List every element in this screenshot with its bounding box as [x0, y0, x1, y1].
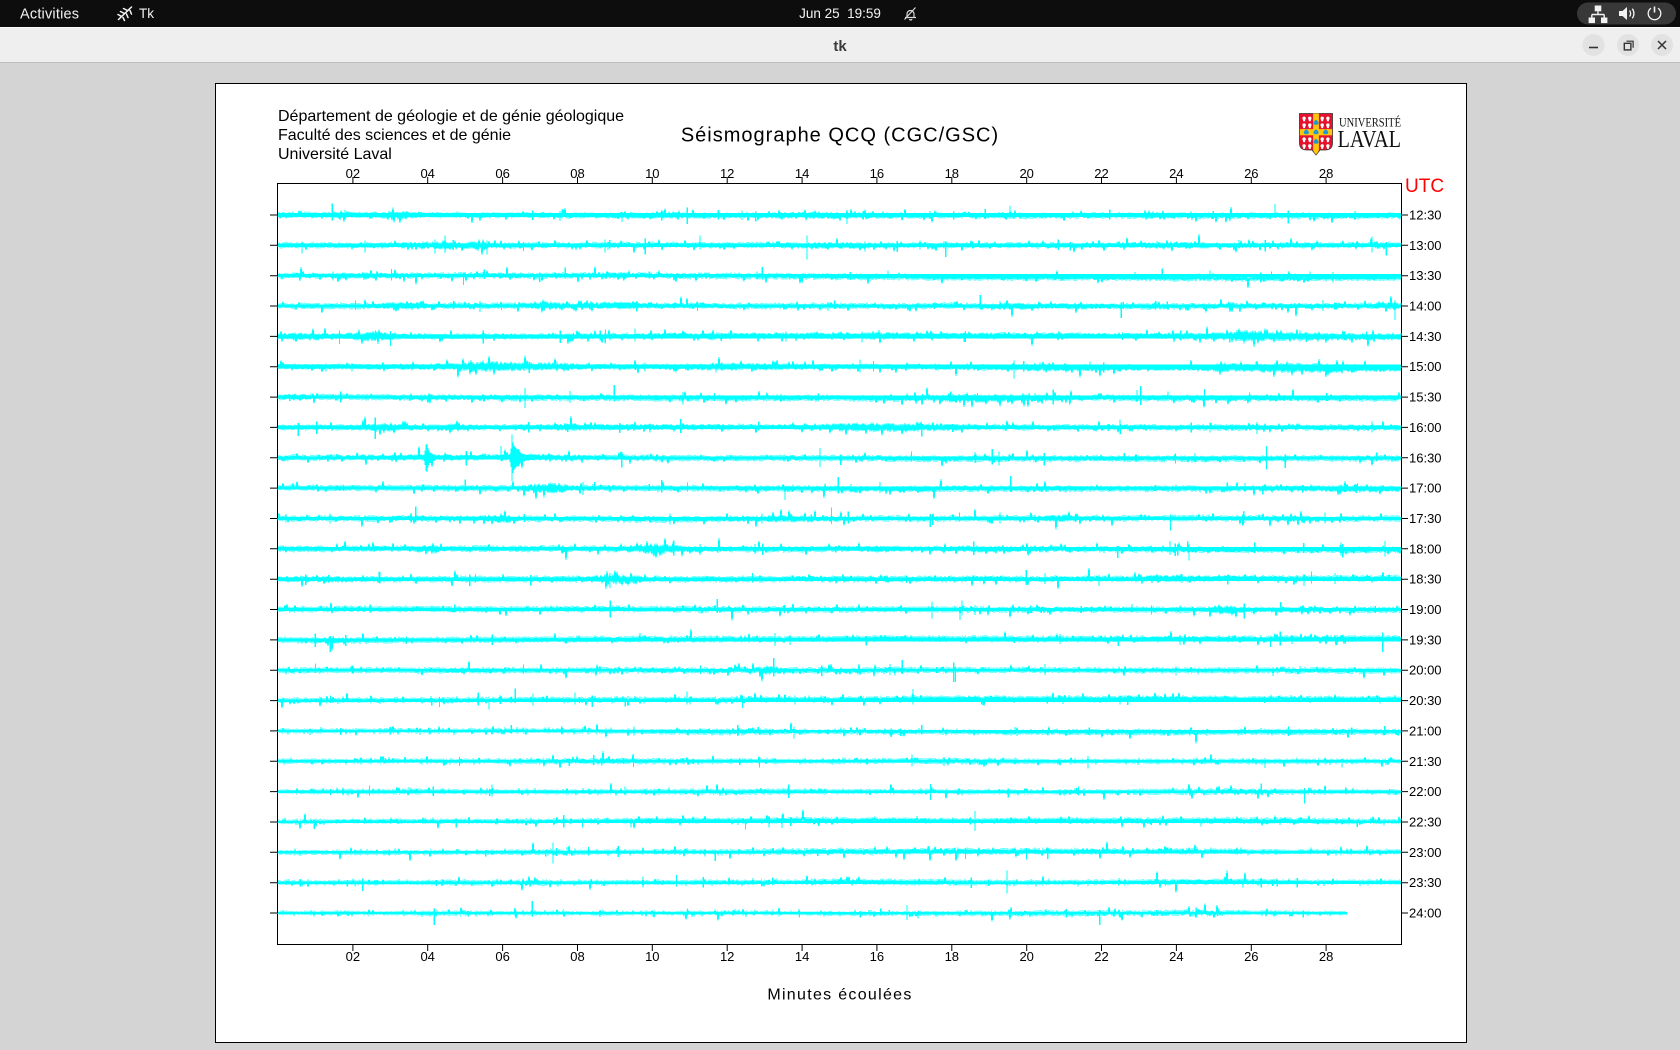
- svg-text:17:30: 17:30: [1409, 511, 1442, 526]
- svg-text:20: 20: [1019, 949, 1033, 964]
- svg-text:06: 06: [495, 166, 509, 181]
- svg-text:22: 22: [1094, 949, 1108, 964]
- svg-text:26: 26: [1244, 166, 1258, 181]
- svg-text:14: 14: [795, 949, 809, 964]
- svg-text:19:00: 19:00: [1409, 602, 1442, 617]
- svg-text:20: 20: [1019, 166, 1033, 181]
- svg-text:04: 04: [420, 949, 434, 964]
- svg-text:13:00: 13:00: [1409, 238, 1442, 253]
- svg-text:16: 16: [870, 166, 884, 181]
- svg-text:16: 16: [870, 949, 884, 964]
- svg-text:tk: tk: [833, 38, 847, 55]
- svg-text:22: 22: [1094, 166, 1108, 181]
- svg-text:17:00: 17:00: [1409, 481, 1442, 496]
- svg-text:UTC: UTC: [1405, 176, 1444, 197]
- svg-text:04: 04: [420, 166, 434, 181]
- svg-text:Activities: Activities: [20, 7, 79, 23]
- svg-text:24:00: 24:00: [1409, 906, 1442, 921]
- svg-text:15:30: 15:30: [1409, 390, 1442, 405]
- svg-text:Tk: Tk: [139, 6, 154, 21]
- svg-text:Jun 25 19:59: Jun 25 19:59: [799, 6, 881, 21]
- svg-text:14:00: 14:00: [1409, 299, 1442, 314]
- svg-text:28: 28: [1319, 166, 1333, 181]
- svg-text:16:30: 16:30: [1409, 450, 1442, 465]
- svg-text:18:30: 18:30: [1409, 572, 1442, 587]
- svg-text:23:00: 23:00: [1409, 845, 1442, 860]
- svg-text:Faculté des sciences et de gén: Faculté des sciences et de génie: [278, 127, 511, 144]
- svg-text:16:00: 16:00: [1409, 420, 1442, 435]
- svg-text:14:30: 14:30: [1409, 329, 1442, 344]
- svg-text:24: 24: [1169, 166, 1183, 181]
- svg-text:20:00: 20:00: [1409, 663, 1442, 678]
- svg-text:10: 10: [645, 166, 659, 181]
- svg-text:02: 02: [346, 166, 360, 181]
- svg-text:Minutes écoulées: Minutes écoulées: [767, 987, 912, 1004]
- svg-text:14: 14: [795, 166, 809, 181]
- svg-text:13:30: 13:30: [1409, 268, 1442, 283]
- svg-text:26: 26: [1244, 949, 1258, 964]
- svg-text:12: 12: [720, 949, 734, 964]
- svg-text:15:00: 15:00: [1409, 359, 1442, 374]
- svg-text:18: 18: [945, 949, 959, 964]
- svg-text:18: 18: [945, 166, 959, 181]
- svg-text:02: 02: [346, 949, 360, 964]
- svg-text:20:30: 20:30: [1409, 693, 1442, 708]
- svg-text:06: 06: [495, 949, 509, 964]
- svg-text:Département de géologie et de: Département de géologie et de génie géol…: [278, 108, 624, 125]
- svg-text:23:30: 23:30: [1409, 875, 1442, 890]
- svg-text:LAVAL: LAVAL: [1338, 127, 1402, 153]
- svg-text:10: 10: [645, 949, 659, 964]
- svg-text:28: 28: [1319, 949, 1333, 964]
- svg-text:19:30: 19:30: [1409, 632, 1442, 647]
- svg-text:12: 12: [720, 166, 734, 181]
- svg-text:21:00: 21:00: [1409, 723, 1442, 738]
- svg-text:08: 08: [570, 949, 584, 964]
- svg-text:22:00: 22:00: [1409, 784, 1442, 799]
- svg-text:Université Laval: Université Laval: [278, 146, 392, 163]
- svg-text:18:00: 18:00: [1409, 541, 1442, 556]
- svg-text:08: 08: [570, 166, 584, 181]
- svg-text:Séismographe QCQ (CGC/GSC): Séismographe QCQ (CGC/GSC): [681, 125, 999, 147]
- svg-text:21:30: 21:30: [1409, 754, 1442, 769]
- svg-text:22:30: 22:30: [1409, 815, 1442, 830]
- svg-text:12:30: 12:30: [1409, 208, 1442, 223]
- svg-text:24: 24: [1169, 949, 1183, 964]
